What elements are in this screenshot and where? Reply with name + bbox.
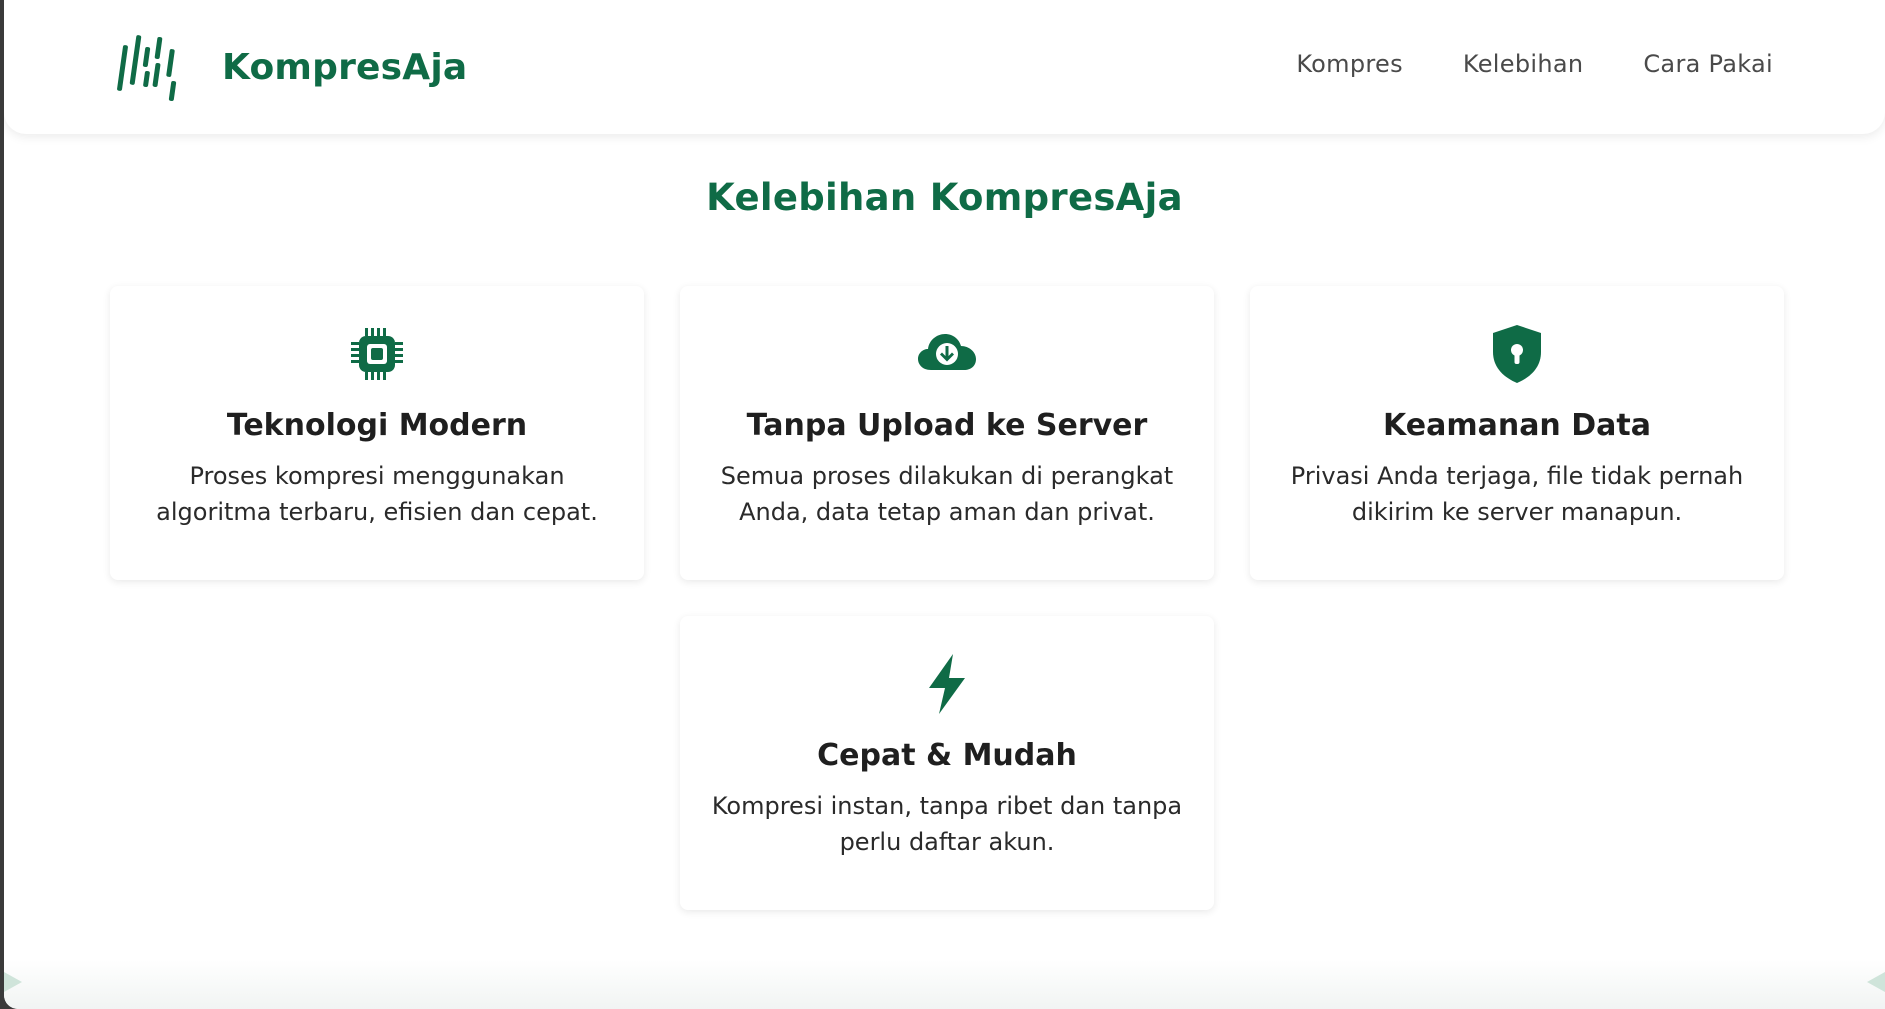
- feature-title: Teknologi Modern: [226, 408, 528, 443]
- feature-card-keamanan: Keamanan Data Privasi Anda terjaga, file…: [1250, 286, 1784, 580]
- feature-description: Semua proses dilakukan di perangkat Anda…: [720, 462, 1174, 526]
- nav-link-kompres[interactable]: Kompres: [1296, 50, 1403, 78]
- site-header: KompresAja Kompres Kelebihan Cara Pakai: [4, 0, 1885, 134]
- brand-name: KompresAja: [222, 46, 468, 88]
- feature-title: Tanpa Upload ke Server: [746, 408, 1148, 443]
- footer-decoration-left: [4, 972, 22, 992]
- shield-lock-icon: [1485, 322, 1549, 386]
- features-title: Kelebihan KompresAja: [706, 176, 1183, 219]
- nav-link-cara-pakai[interactable]: Cara Pakai: [1643, 50, 1773, 78]
- footer-strip: [4, 960, 1885, 1009]
- feature-card-tanpa-upload: Tanpa Upload ke Server Semua proses dila…: [680, 286, 1214, 580]
- browser-page: KompresAja Kompres Kelebihan Cara Pakai …: [4, 0, 1885, 1009]
- feature-description: Kompresi instan, tanpa ribet dan tanpa p…: [711, 792, 1183, 856]
- footer-decoration-right: [1867, 972, 1885, 992]
- feature-title: Cepat & Mudah: [817, 738, 1077, 773]
- feature-description: Privasi Anda terjaga, file tidak pernah …: [1290, 462, 1744, 526]
- main-nav: Kompres Kelebihan Cara Pakai: [1296, 50, 1773, 78]
- chip-icon: [345, 322, 409, 386]
- feature-description: Proses kompresi menggunakan algoritma te…: [156, 462, 598, 526]
- feature-card-teknologi: Teknologi Modern Proses kompresi menggun…: [110, 286, 644, 580]
- lightning-icon: [915, 652, 979, 716]
- feature-title: Keamanan Data: [1383, 408, 1651, 443]
- stripes-logo-icon: [117, 35, 177, 101]
- cloud-download-icon: [915, 322, 979, 386]
- feature-card-cepat: Cepat & Mudah Kompresi instan, tanpa rib…: [680, 616, 1214, 910]
- nav-link-kelebihan[interactable]: Kelebihan: [1463, 50, 1583, 78]
- brand-link[interactable]: KompresAja: [114, 29, 467, 105]
